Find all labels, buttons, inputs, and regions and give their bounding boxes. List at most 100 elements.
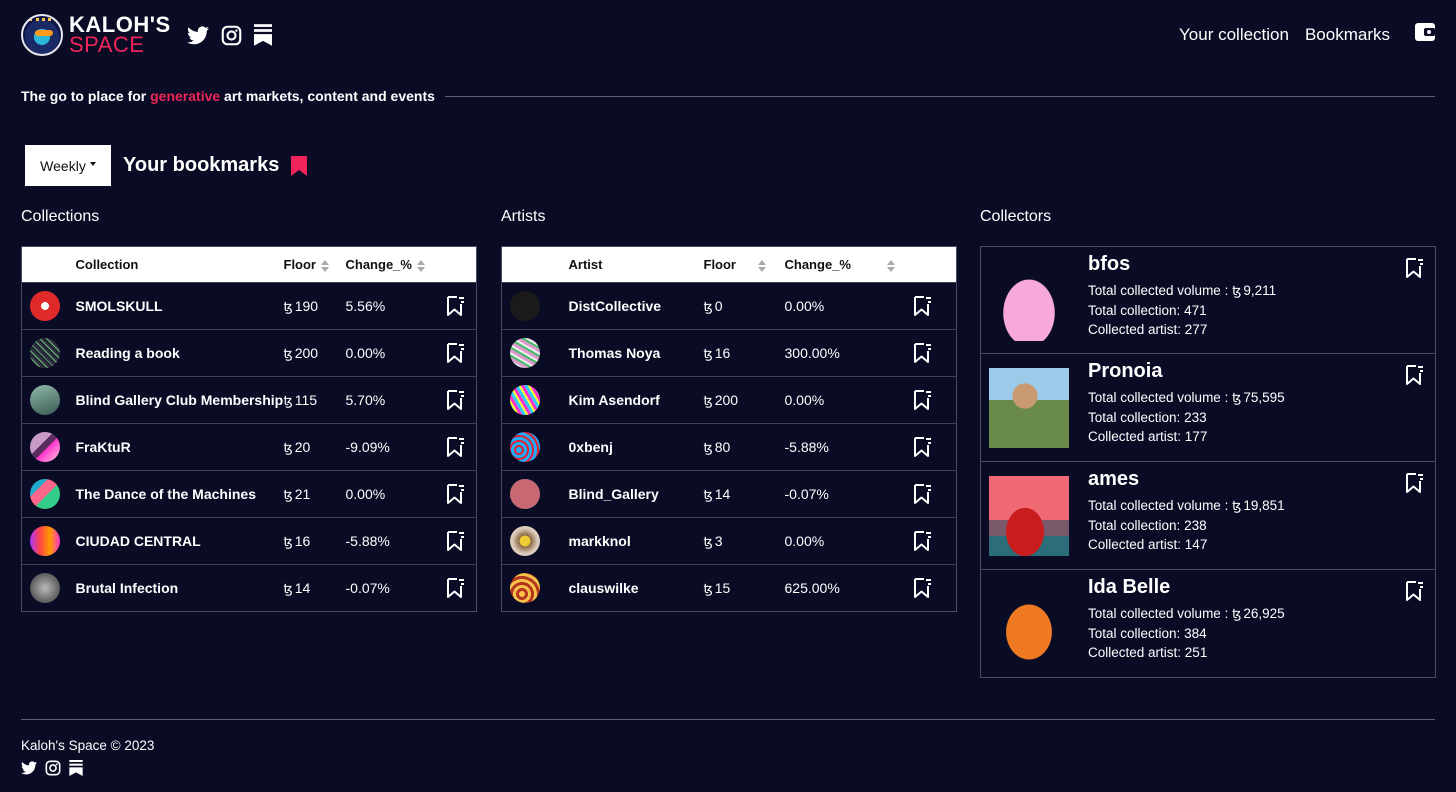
bookmark-button[interactable]	[1405, 472, 1425, 499]
footer-substack-link[interactable]	[69, 760, 83, 781]
bookmark-button[interactable]	[446, 436, 477, 458]
collection-name[interactable]: Reading a book	[75, 329, 284, 377]
collection-name[interactable]: SMOLSKULL	[75, 282, 284, 330]
artist-floor: ꜩ 200	[703, 376, 785, 424]
collection-avatar	[30, 291, 60, 321]
wallet-icon	[1415, 23, 1435, 41]
collector-card[interactable]: ames Total collected volume : ꜩ 19,851 Tota…	[980, 462, 1436, 570]
substack-icon	[254, 24, 272, 46]
logo-text: KALOH'S SPACE	[69, 14, 171, 56]
tagline: The go to place for generative art marke…	[21, 88, 435, 104]
column-header-floor[interactable]: Floor	[283, 246, 346, 283]
collection-row[interactable]: FraKtuR ꜩ 20 -9.09%	[21, 423, 477, 471]
artist-row[interactable]: Thomas Noya ꜩ 16 300.00%	[501, 329, 957, 377]
brand-logo[interactable]: KALOH'S SPACE	[21, 14, 171, 56]
collector-name[interactable]: ames	[1088, 468, 1285, 491]
collector-card[interactable]: Ida Belle Total collected volume : ꜩ 26,92…	[980, 570, 1436, 678]
footer-divider	[21, 719, 1435, 720]
bookmark-button[interactable]	[446, 577, 477, 599]
artist-name[interactable]: clauswilke	[568, 564, 704, 612]
artist-row[interactable]: clauswilke ꜩ 15 625.00%	[501, 564, 957, 612]
bookmark-button[interactable]	[446, 530, 477, 552]
column-header-change[interactable]: Change_%	[345, 246, 446, 283]
collector-name[interactable]: Pronoia	[1088, 360, 1285, 383]
substack-link[interactable]	[254, 24, 272, 46]
bookmark-add-icon	[913, 342, 933, 364]
bookmark-button[interactable]	[913, 577, 957, 599]
artist-name[interactable]: Thomas Noya	[568, 329, 704, 377]
bookmark-button[interactable]	[913, 483, 957, 505]
collection-name[interactable]: The Dance of the Machines	[75, 470, 284, 518]
collection-row[interactable]: Brutal Infection ꜩ 14 -0.07%	[21, 564, 477, 612]
artist-row[interactable]: Kim Asendorf ꜩ 200 0.00%	[501, 376, 957, 424]
tezos-icon: ꜩ	[283, 439, 293, 455]
bookmark-button[interactable]	[913, 295, 957, 317]
collection-floor: ꜩ 16	[283, 517, 346, 565]
wallet-button[interactable]	[1414, 22, 1436, 47]
footer-twitter-link[interactable]	[21, 761, 37, 780]
tezos-icon: ꜩ	[1232, 390, 1242, 405]
collector-name[interactable]: Ida Belle	[1088, 576, 1285, 599]
collector-name[interactable]: bfos	[1088, 253, 1276, 276]
collection-name[interactable]: CIUDAD CENTRAL	[75, 517, 284, 565]
collection-name[interactable]: Blind Gallery Club Membership	[75, 376, 284, 424]
column-header-floor[interactable]: Floor	[703, 246, 785, 283]
artist-name[interactable]: markknol	[568, 517, 704, 565]
bookmark-button[interactable]	[913, 530, 957, 552]
collection-change: 0.00%	[345, 470, 446, 518]
bookmark-icon	[291, 155, 308, 176]
bookmark-button[interactable]	[446, 483, 477, 505]
collection-row[interactable]: SMOLSKULL ꜩ 190 5.56%	[21, 282, 477, 330]
artist-name[interactable]: Kim Asendorf	[568, 376, 704, 424]
bookmark-button[interactable]	[1405, 364, 1425, 391]
tezos-icon: ꜩ	[703, 439, 713, 455]
collector-card[interactable]: Pronoia Total collected volume : ꜩ 75,595 T…	[980, 354, 1436, 462]
collection-row[interactable]: Reading a book ꜩ 200 0.00%	[21, 329, 477, 377]
collection-row[interactable]: CIUDAD CENTRAL ꜩ 16 -5.88%	[21, 517, 477, 565]
sort-icon[interactable]	[416, 259, 426, 272]
artist-avatar	[510, 526, 540, 556]
nav-your-collection[interactable]: Your collection	[1179, 25, 1289, 45]
twitter-link[interactable]	[187, 26, 209, 45]
instagram-link[interactable]	[221, 25, 242, 46]
twitter-icon	[21, 761, 37, 775]
bookmark-add-icon	[913, 436, 933, 458]
bookmark-button[interactable]	[446, 389, 477, 411]
collection-floor: ꜩ 14	[283, 564, 346, 612]
bookmark-button[interactable]	[446, 295, 477, 317]
bookmark-button[interactable]	[913, 436, 957, 458]
artist-name[interactable]: Blind_Gallery	[568, 470, 704, 518]
collectors-title: Collectors	[980, 208, 1052, 225]
top-nav: Your collection Bookmarks	[1179, 22, 1436, 47]
artist-name[interactable]: 0xbenj	[568, 423, 704, 471]
tezos-icon: ꜩ	[1232, 606, 1242, 621]
bookmark-add-icon	[913, 389, 933, 411]
artists-title: Artists	[501, 208, 546, 225]
collection-row[interactable]: Blind Gallery Club Membership ꜩ 115 5.70%	[21, 376, 477, 424]
collection-floor: ꜩ 190	[283, 282, 346, 330]
collection-row[interactable]: The Dance of the Machines ꜩ 21 0.00%	[21, 470, 477, 518]
artist-row[interactable]: 0xbenj ꜩ 80 -5.88%	[501, 423, 957, 471]
collections-title: Collections	[21, 208, 100, 225]
collection-name[interactable]: FraKtuR	[75, 423, 284, 471]
bookmark-button[interactable]	[1405, 580, 1425, 607]
artist-avatar	[510, 338, 540, 368]
sort-icon[interactable]	[758, 259, 767, 272]
nav-bookmarks[interactable]: Bookmarks	[1305, 25, 1390, 45]
artist-row[interactable]: Blind_Gallery ꜩ 14 -0.07%	[501, 470, 957, 518]
artist-row[interactable]: markknol ꜩ 3 0.00%	[501, 517, 957, 565]
sort-icon[interactable]	[886, 259, 896, 272]
sort-icon[interactable]	[321, 259, 330, 272]
collection-name[interactable]: Brutal Infection	[75, 564, 284, 612]
bookmark-button[interactable]	[913, 342, 957, 364]
bookmark-button[interactable]	[1405, 257, 1425, 284]
artist-floor: ꜩ 16	[703, 329, 785, 377]
artist-row[interactable]: DistCollective ꜩ 0 0.00%	[501, 282, 957, 330]
artist-name[interactable]: DistCollective	[568, 282, 704, 330]
bookmark-button[interactable]	[446, 342, 477, 364]
period-dropdown[interactable]: Weekly	[25, 145, 111, 186]
footer-instagram-link[interactable]	[45, 760, 61, 781]
column-header-change[interactable]: Change_%	[784, 246, 913, 283]
bookmark-button[interactable]	[913, 389, 957, 411]
collector-card[interactable]: bfos Total collected volume : ꜩ 9,211 Total…	[980, 246, 1436, 354]
